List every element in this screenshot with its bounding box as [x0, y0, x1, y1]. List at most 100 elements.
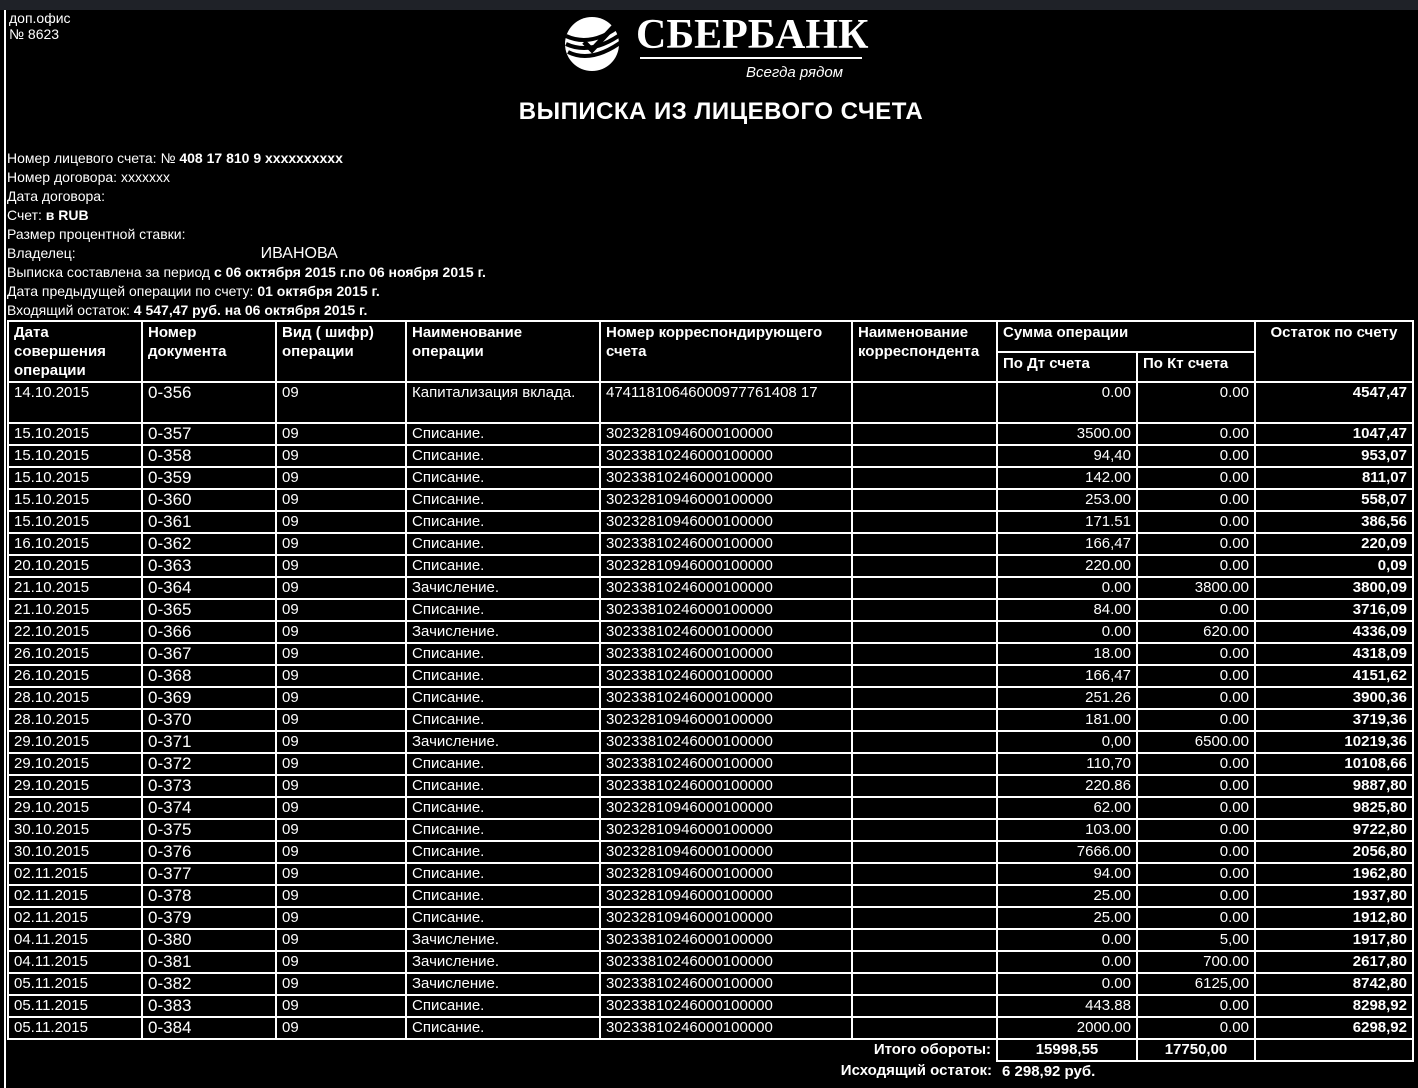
operations-table: Дата совершения операции Номер документа…: [7, 320, 1414, 1084]
cell-doc-number: 0-364: [141, 576, 277, 600]
cell-doc-number: 0-378: [141, 884, 277, 908]
table-row: 05.11.2015 0-383 09 Списание. 30233810246000…: [7, 994, 1414, 1018]
cell-balance: 10219,36: [1254, 730, 1414, 754]
header-operation-code: Вид ( шифр) операции: [275, 320, 407, 383]
cell-operation-name: Списание.: [405, 818, 601, 842]
cell-doc-number: 0-367: [141, 642, 277, 666]
cell-operation-name: Списание.: [405, 510, 601, 534]
cell-doc-number: 0-383: [141, 994, 277, 1018]
cell-corr-name: [851, 906, 998, 930]
cell-balance: 1912,80: [1254, 906, 1414, 930]
table-row: 22.10.2015 0-366 09 Зачисление. 302338102460…: [7, 620, 1414, 644]
header-date: Дата совершения операции: [7, 320, 143, 383]
cell-debit: 0.00: [996, 620, 1138, 644]
contract-number-label: Номер договора:: [7, 169, 118, 185]
office-label: доп.офис: [9, 10, 71, 26]
table-row: 05.11.2015 0-384 09 Списание. 30233810246000…: [7, 1016, 1414, 1040]
cell-date: 29.10.2015: [7, 752, 143, 776]
cell-date: 05.11.2015: [7, 972, 143, 996]
table-row: 20.10.2015 0-363 09 Списание. 30232810946000…: [7, 554, 1414, 578]
cell-operation-name: Зачисление.: [405, 730, 601, 754]
cell-operation-code: 09: [275, 1016, 407, 1040]
cell-operation-name: Списание.: [405, 906, 601, 930]
cell-corr-name: [851, 752, 998, 776]
cell-operation-code: 09: [275, 928, 407, 952]
cell-date: 15.10.2015: [7, 488, 143, 512]
cell-operation-code: 09: [275, 818, 407, 842]
totals-credit: 17750,00: [1136, 1038, 1256, 1062]
owner-value: ИВАНОВА: [260, 245, 338, 262]
cell-date: 30.10.2015: [7, 818, 143, 842]
table-row: 04.11.2015 0-380 09 Зачисление. 302338102460…: [7, 928, 1414, 952]
cell-balance: 3800,09: [1254, 576, 1414, 600]
table-row: 29.10.2015 0-374 09 Списание. 30232810946000…: [7, 796, 1414, 820]
cell-operation-name: Списание.: [405, 444, 601, 468]
cell-operation-name: Капитализация вклада.: [405, 381, 601, 424]
cell-balance: 1047,47: [1254, 422, 1414, 446]
cell-corr-account: 30233810246000100000: [599, 664, 853, 688]
cell-doc-number: 0-374: [141, 796, 277, 820]
cell-date: 04.11.2015: [7, 928, 143, 952]
cell-date: 29.10.2015: [7, 796, 143, 820]
cell-balance: 953,07: [1254, 444, 1414, 468]
header-debit: По Дт счета: [996, 350, 1138, 383]
cell-date: 20.10.2015: [7, 554, 143, 578]
cell-credit: 700.00: [1136, 950, 1256, 974]
cell-doc-number: 0-361: [141, 510, 277, 534]
header-balance: Остаток по счету: [1254, 320, 1414, 383]
cell-date: 15.10.2015: [7, 466, 143, 490]
cell-debit: 25.00: [996, 884, 1138, 908]
cell-credit: 0.00: [1136, 774, 1256, 798]
cell-credit: 0.00: [1136, 488, 1256, 512]
cell-balance: 8742,80: [1254, 972, 1414, 996]
cell-operation-code: 09: [275, 862, 407, 886]
cell-corr-name: [851, 994, 998, 1018]
cell-operation-code: 09: [275, 664, 407, 688]
cell-operation-name: Списание.: [405, 532, 601, 556]
table-row: 29.10.2015 0-371 09 Зачисление. 302338102460…: [7, 730, 1414, 754]
cell-debit: 94.00: [996, 862, 1138, 886]
cell-operation-code: 09: [275, 950, 407, 974]
cell-corr-name: [851, 686, 998, 710]
cell-operation-name: Списание.: [405, 796, 601, 820]
cell-credit: 0.00: [1136, 752, 1256, 776]
contract-number-value: xxxxxxx: [120, 169, 170, 185]
contract-date-row: Дата договора:: [7, 187, 486, 206]
table-row: 02.11.2015 0-378 09 Списание. 30232810946000…: [7, 884, 1414, 908]
cell-credit: 0.00: [1136, 510, 1256, 534]
cell-balance: 0,09: [1254, 554, 1414, 578]
cell-corr-account: 30233810246000100000: [599, 686, 853, 710]
cell-doc-number: 0-381: [141, 950, 277, 974]
cell-doc-number: 0-373: [141, 774, 277, 798]
cell-credit: 6500.00: [1136, 730, 1256, 754]
cell-operation-code: 09: [275, 906, 407, 930]
cell-corr-account: 30233810246000100000: [599, 1016, 853, 1040]
cell-debit: 7666.00: [996, 840, 1138, 864]
cell-operation-name: Списание.: [405, 708, 601, 732]
cell-corr-name: [851, 950, 998, 974]
cell-corr-name: [851, 444, 998, 468]
cell-operation-code: 09: [275, 620, 407, 644]
cell-balance: 811,07: [1254, 466, 1414, 490]
table-header-row: Дата совершения операции Номер документа…: [7, 320, 1414, 383]
table-row: 02.11.2015 0-377 09 Списание. 30232810946000…: [7, 862, 1414, 886]
cell-operation-code: 09: [275, 796, 407, 820]
cell-operation-code: 09: [275, 686, 407, 710]
cell-debit: 0.00: [996, 381, 1138, 424]
cell-debit: 0.00: [996, 928, 1138, 952]
table-row: 15.10.2015 0-357 09 Списание. 30232810946000…: [7, 422, 1414, 446]
table-row: 15.10.2015 0-361 09 Списание. 30232810946000…: [7, 510, 1414, 534]
cell-debit: 0.00: [996, 950, 1138, 974]
cell-date: 05.11.2015: [7, 1016, 143, 1040]
cell-debit: 110,70: [996, 752, 1138, 776]
cell-operation-name: Списание.: [405, 752, 601, 776]
cell-credit: 0.00: [1136, 708, 1256, 732]
interest-rate-row: Размер процентной ставки:: [7, 225, 486, 244]
cell-debit: 253.00: [996, 488, 1138, 512]
cell-doc-number: 0-370: [141, 708, 277, 732]
cell-doc-number: 0-368: [141, 664, 277, 688]
cell-doc-number: 0-369: [141, 686, 277, 710]
cell-corr-account: 30233810246000100000: [599, 752, 853, 776]
cell-operation-code: 09: [275, 554, 407, 578]
cell-corr-account: 30233810246000100000: [599, 774, 853, 798]
